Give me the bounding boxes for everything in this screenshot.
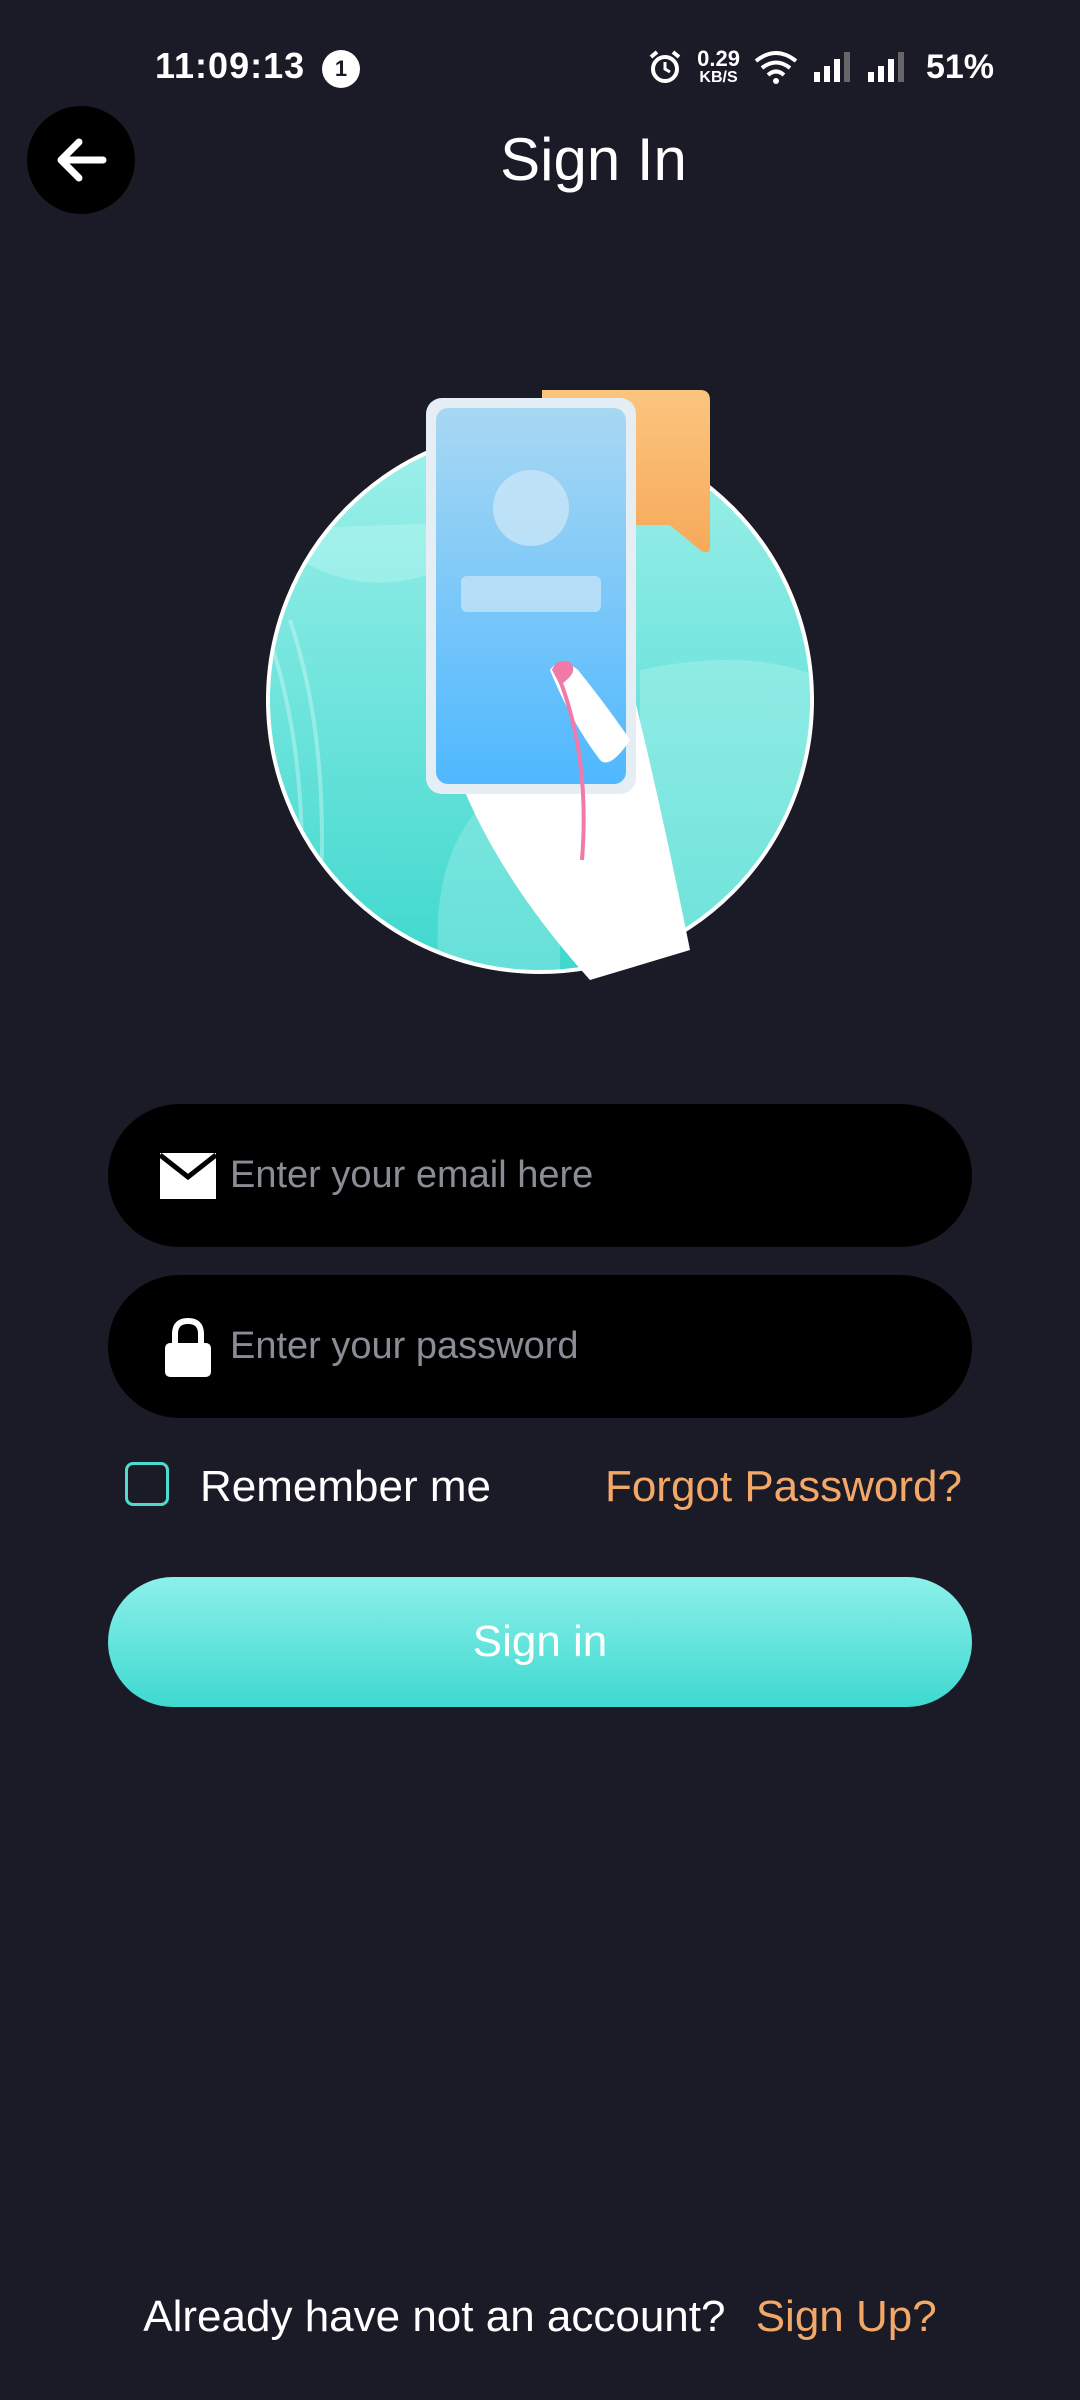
lock-icon	[158, 1317, 218, 1377]
signup-question: Already have not an account?	[143, 2292, 726, 2341]
wifi-icon	[754, 51, 798, 84]
email-input[interactable]	[228, 1153, 872, 1198]
page-title: Sign In	[500, 126, 687, 193]
password-field-container	[108, 1275, 972, 1418]
forgot-password-link[interactable]: Forgot Password?	[605, 1462, 962, 1512]
signal-icon-2	[867, 52, 904, 82]
mail-icon	[158, 1152, 218, 1199]
remember-me-checkbox[interactable]	[125, 1462, 169, 1506]
remember-me-label[interactable]: Remember me	[200, 1462, 491, 1512]
phone-hand-illustration	[266, 390, 814, 980]
battery-percent: 51%	[925, 47, 994, 86]
alarm-icon	[649, 50, 681, 83]
notification-badge: 1	[322, 50, 360, 88]
sign-up-link[interactable]: Sign Up?	[756, 2292, 937, 2341]
network-speed: 0.29 KB/S	[697, 48, 740, 86]
status-time: 11:09:13	[155, 45, 306, 86]
net-speed-unit: KB/S	[699, 69, 738, 86]
email-field-container	[108, 1104, 972, 1247]
net-speed-value: 0.29	[697, 46, 740, 71]
signal-icon-1	[813, 52, 850, 82]
sign-in-button[interactable]: Sign in	[108, 1577, 972, 1707]
signup-prompt: Already have not an account? Sign Up?	[0, 2292, 1080, 2342]
status-icons: 0.29 KB/S 51%	[647, 42, 994, 92]
password-input[interactable]	[228, 1324, 872, 1369]
